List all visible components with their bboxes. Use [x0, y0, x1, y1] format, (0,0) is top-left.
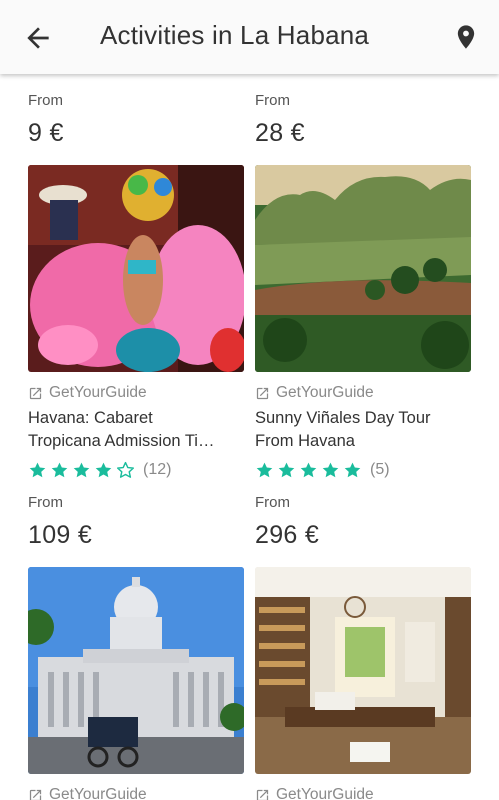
review-count: (5): [370, 461, 390, 478]
from-label: From: [28, 92, 63, 109]
rating: (12): [28, 460, 244, 480]
star-filled-icon: [322, 462, 339, 477]
activity-card[interactable]: From 109 € GetYourGuide: [28, 494, 244, 800]
star-filled-icon: [256, 462, 273, 477]
external-link-icon: [29, 789, 42, 800]
rating: (5): [255, 460, 471, 480]
provider-name: GetYourGuide: [276, 384, 374, 401]
star-filled-icon: [29, 462, 46, 477]
arrow-back-icon[interactable]: [22, 22, 54, 54]
star-filled-icon: [278, 462, 295, 477]
star-filled-icon: [73, 462, 90, 477]
activity-title[interactable]: Sunny Viñales Day Tour From Havana: [255, 407, 471, 453]
activity-card[interactable]: From 9 € GetYourGuide Havana: Cabaret Tr…: [28, 92, 244, 480]
star-outline-icon: [117, 461, 134, 478]
star-filled-icon: [344, 462, 361, 477]
provider: GetYourGuide: [28, 384, 244, 402]
from-label: From: [255, 494, 290, 511]
price: 109 €: [28, 521, 93, 549]
activity-photo-interior[interactable]: [255, 567, 471, 774]
activity-title-line1: Havana: Cabaret: [28, 409, 153, 427]
star-filled-icon: [51, 462, 68, 477]
provider-name: GetYourGuide: [49, 384, 147, 401]
provider-name: GetYourGuide: [49, 786, 147, 800]
activity-title-line1: Sunny Viñales Day Tour: [255, 409, 431, 427]
provider: GetYourGuide: [28, 786, 244, 800]
price: 9 €: [28, 119, 64, 147]
activity-title-line2: Tropicana Admission Ti…: [28, 432, 215, 450]
review-count: (12): [143, 461, 172, 478]
star-filled-icon: [95, 462, 112, 477]
activity-photo-capitolio[interactable]: [28, 567, 244, 774]
activity-title-line2: From Havana: [255, 432, 355, 450]
app-bar: Activities in La Habana: [0, 0, 499, 74]
activity-card[interactable]: From 296 € GetYourGuide: [255, 494, 471, 800]
location-pin-icon[interactable]: [452, 21, 480, 53]
price: 28 €: [255, 119, 305, 147]
page-title: Activities in La Habana: [100, 20, 370, 50]
activity-photo-cabaret[interactable]: [28, 165, 244, 372]
activity-grid: From 9 € GetYourGuide Havana: Cabaret Tr…: [0, 74, 499, 800]
star-filled-icon: [300, 462, 317, 477]
activity-photo-vinales[interactable]: [255, 165, 471, 372]
from-label: From: [255, 92, 290, 109]
external-link-icon: [29, 387, 42, 399]
provider: GetYourGuide: [255, 786, 471, 800]
external-link-icon: [256, 789, 269, 800]
activity-title[interactable]: Havana: Cabaret Tropicana Admission Ti…: [28, 407, 244, 453]
external-link-icon: [256, 387, 269, 399]
provider-name: GetYourGuide: [276, 786, 374, 800]
provider: GetYourGuide: [255, 384, 471, 402]
from-label: From: [28, 494, 63, 511]
activity-card[interactable]: From 28 € GetYourGuide Sunny Viñales Day…: [255, 92, 471, 480]
price: 296 €: [255, 521, 320, 549]
